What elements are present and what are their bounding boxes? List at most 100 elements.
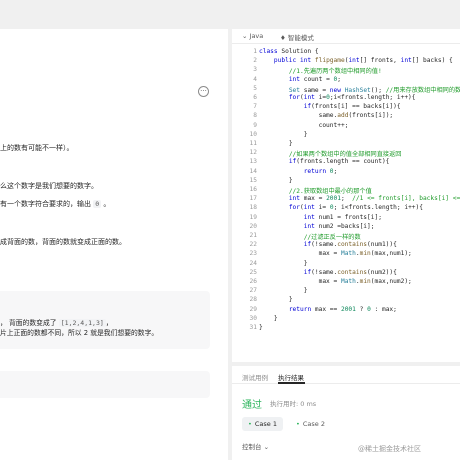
line-number: 8: [253, 112, 257, 120]
code-line[interactable]: 28 }: [232, 296, 460, 305]
console-toggle[interactable]: 控制台 ⌄: [242, 441, 269, 451]
line-number: 22: [249, 241, 257, 249]
code-text: int count = 0;: [288, 75, 341, 83]
status-text: 通过: [242, 400, 262, 411]
line-number: 14: [249, 167, 257, 175]
results-panel: 测试用例 执行结果 通过 执行用时: 0 ms • Case 1 • Case 2 …: [232, 366, 460, 460]
pass-dot-icon: •: [248, 420, 252, 428]
language-select[interactable]: ⌄ Java: [242, 32, 263, 40]
code-line[interactable]: 31}: [232, 324, 460, 333]
line-number: 6: [253, 94, 257, 101]
line-number: 24: [249, 259, 257, 267]
code-line[interactable]: 13 if(fronts.length == count){: [232, 158, 460, 167]
example-line-1-pre: ， 背面的数变成了: [0, 319, 57, 327]
inline-code: 0: [93, 200, 102, 208]
line-number: 4: [253, 75, 257, 83]
more-horizontal-icon[interactable]: ···: [198, 86, 209, 97]
code-text: int num1 = fronts[i];: [303, 213, 382, 221]
code-line[interactable]: 2 public int flipgame(int[] fronts, int[…: [232, 57, 460, 66]
code-line[interactable]: 12 //如果两个数组中的值全部相同直接返回: [232, 149, 460, 158]
chevron-down-icon: ⌄: [242, 32, 248, 40]
code-line[interactable]: 4 int count = 0;: [232, 76, 460, 85]
code-line[interactable]: 11 }: [232, 140, 460, 149]
code-line[interactable]: 14 return 0;: [232, 168, 460, 177]
code-line[interactable]: 1 class Solution {: [232, 48, 460, 57]
code-line[interactable]: 29 return max == 2001 ? 0 : max;: [232, 306, 460, 315]
case-2-button[interactable]: • Case 2: [290, 417, 331, 431]
code-text: class Solution {: [259, 48, 319, 55]
line-number: 5: [253, 84, 257, 92]
line-number: 17: [249, 195, 257, 203]
code-text: }: [288, 176, 293, 184]
example-block: ， 背面的数变成了 [1,2,4,1,3]， 片上正面的数都不同，所以 2 就是…: [0, 291, 210, 349]
code-line[interactable]: 20 int num2 =backs[i];: [232, 223, 460, 232]
code-text: count++;: [318, 121, 349, 129]
smart-mode-toggle[interactable]: ♦ 智能模式: [280, 32, 314, 42]
tab-result[interactable]: 执行结果: [278, 372, 304, 382]
results-tabs: 测试用例 执行结果: [232, 366, 460, 384]
code-text: //如果两个数组中的值全部相同直接返回: [288, 151, 402, 159]
code-text: //过滤正反一样的数: [303, 234, 361, 241]
code-text: if(fronts.length == count){: [288, 158, 390, 166]
code-line[interactable]: 18 for(int i= 0; i<fronts.length; i++){: [232, 204, 460, 213]
smart-mode-icon: ♦: [280, 34, 286, 42]
line-number: 31: [249, 324, 257, 331]
code-line[interactable]: 3 //1.先遍历两个数组中相同的值!: [232, 66, 460, 75]
example-line-1-post: ，: [105, 319, 113, 327]
code-line[interactable]: 22 if(!same.contains(num1)){: [232, 241, 460, 250]
code-line[interactable]: 15 }: [232, 177, 460, 186]
example-line-1: ， 背面的数变成了 [1,2,4,1,3]，: [0, 317, 113, 327]
code-line[interactable]: 27 }: [232, 287, 460, 296]
code-line[interactable]: 23 max = Math.min(max,num1);: [232, 250, 460, 259]
example-block-2: [0, 371, 210, 398]
editor-toolbar: ⌄ Java ♦ 智能模式: [232, 29, 460, 44]
active-tab-indicator: [278, 382, 305, 384]
problem-text-line-2: 么这个数字是我们想要的数字。: [0, 182, 98, 190]
code-text: for(int i= 0; i<fronts.length; i++){: [288, 204, 423, 212]
code-text: }: [303, 287, 308, 295]
line-number: 23: [249, 250, 257, 258]
case-1-button[interactable]: • Case 1: [242, 417, 283, 431]
case-1-label: Case 1: [254, 420, 277, 428]
watermark: @稀土掘金技术社区: [358, 445, 421, 453]
code-line[interactable]: 6 for(int i=0;i<fronts.length; i++){: [232, 94, 460, 103]
line-number: 2: [253, 57, 257, 65]
code-text: return 0;: [303, 167, 338, 175]
code-line[interactable]: 25 if(!same.contains(num2)){: [232, 269, 460, 278]
code-line[interactable]: 17 int max = 2001; //1 <= fronts[i], bac…: [232, 195, 460, 204]
code-editor[interactable]: ⌄ Java ♦ 智能模式 1 class Solution {2 public …: [232, 29, 460, 362]
code-text: return max == 2001 ? 0 : max;: [288, 305, 397, 313]
code-text: if(!same.contains(num2)){: [303, 268, 397, 276]
code-text: max = Math.min(max,num2);: [318, 278, 412, 285]
code-text: }: [303, 259, 308, 267]
console-label: 控制台: [242, 443, 262, 451]
code-text: }: [259, 324, 263, 331]
line-number: 10: [249, 130, 257, 138]
code-line[interactable]: 5 Set same = new HashSet(); //用来存放数组中相同的…: [232, 85, 460, 94]
code-text: }: [288, 140, 293, 147]
code-line[interactable]: 30 }: [232, 315, 460, 324]
code-text: int num2 =backs[i];: [303, 222, 375, 230]
code-text: int max = 2001; //1 <= fronts[i], backs[…: [288, 195, 460, 203]
code-line[interactable]: 19 int num1 = fronts[i];: [232, 214, 460, 223]
tab-testcase[interactable]: 测试用例: [242, 372, 268, 382]
code-line[interactable]: 21 //过滤正反一样的数: [232, 232, 460, 241]
code-line[interactable]: 24 }: [232, 260, 460, 269]
problem-text-line-3-post: 。: [103, 200, 111, 208]
code-line[interactable]: 26 max = Math.min(max,num2);: [232, 278, 460, 287]
code-line[interactable]: 9 count++;: [232, 122, 460, 131]
code-line[interactable]: 10 }: [232, 131, 460, 140]
line-number: 26: [249, 278, 257, 285]
example-line-2: 片上正面的数都不同，所以 2 就是我们想要的数字。: [0, 329, 159, 337]
code-text: same.add(fronts[i]);: [318, 112, 394, 120]
code-text: Set same = new HashSet(); //用来存放数组中相同的数: [288, 86, 460, 94]
code-text: if(!same.contains(num1)){: [303, 241, 397, 249]
code-line[interactable]: 16 //2.获取数组中最小的那个值: [232, 186, 460, 195]
problem-text-line-4: 成背面的数，背面的数就变成正面的数。: [0, 238, 126, 246]
line-number: 28: [249, 296, 257, 304]
code-line[interactable]: 8 same.add(fronts[i]);: [232, 112, 460, 121]
pass-dot-icon: •: [296, 420, 300, 428]
code-line[interactable]: 7 if(fronts[i] == backs[i]){: [232, 103, 460, 112]
runtime-text: 执行用时: 0 ms: [270, 400, 317, 408]
code-text: }: [303, 130, 308, 138]
